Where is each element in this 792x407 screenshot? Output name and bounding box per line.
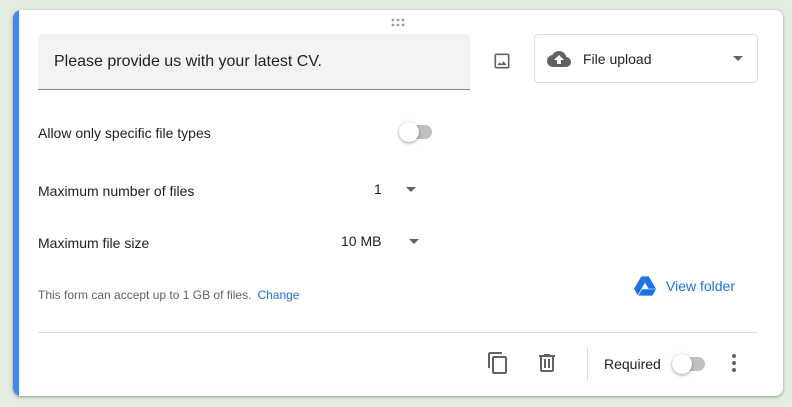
toggle-thumb <box>672 354 692 374</box>
view-folder-button[interactable]: View folder <box>634 276 735 296</box>
image-icon <box>494 53 510 69</box>
question-type-label: File upload <box>583 50 652 67</box>
trash-icon <box>539 354 555 372</box>
more-options-button[interactable] <box>722 351 746 375</box>
max-files-label: Maximum number of files <box>38 183 195 199</box>
question-type-select[interactable]: File upload <box>534 34 758 83</box>
active-accent-bar <box>13 10 19 396</box>
delete-button[interactable] <box>535 351 559 375</box>
duplicate-button[interactable] <box>486 351 510 375</box>
max-size-label: Maximum file size <box>38 235 150 251</box>
required-toggle[interactable] <box>672 354 708 374</box>
toggle-thumb <box>399 122 419 142</box>
chevron-down-icon <box>409 238 420 244</box>
view-folder-label: View folder <box>666 278 736 294</box>
cloud-upload-icon <box>547 50 571 67</box>
more-vert-icon <box>732 354 736 372</box>
max-files-value: 1 <box>374 181 382 197</box>
google-drive-icon <box>634 276 656 296</box>
max-size-value: 10 MB <box>341 233 382 249</box>
question-title-text: Please provide us with your latest CV. <box>54 52 322 70</box>
required-label: Required <box>604 356 661 372</box>
max-size-dropdown[interactable]: 10 MB <box>341 233 420 249</box>
allow-specific-types-toggle[interactable] <box>399 122 435 142</box>
chevron-down-icon <box>405 186 416 192</box>
drag-handle-icon[interactable] <box>390 15 406 27</box>
quota-note-text: This form can accept up to 1 GB of files… <box>38 288 252 302</box>
footer-divider <box>38 332 758 333</box>
change-quota-link[interactable]: Change <box>257 288 299 302</box>
copy-icon <box>488 352 507 374</box>
question-card: Please provide us with your latest CV. F… <box>13 10 783 396</box>
question-title-input[interactable]: Please provide us with your latest CV. <box>38 34 470 90</box>
add-image-button[interactable] <box>487 46 517 76</box>
max-files-dropdown[interactable]: 1 <box>374 181 416 197</box>
quota-note: This form can accept up to 1 GB of files… <box>38 288 299 302</box>
allow-specific-types-label: Allow only specific file types <box>38 125 211 141</box>
footer-separator <box>587 348 588 380</box>
chevron-down-icon <box>733 56 743 61</box>
